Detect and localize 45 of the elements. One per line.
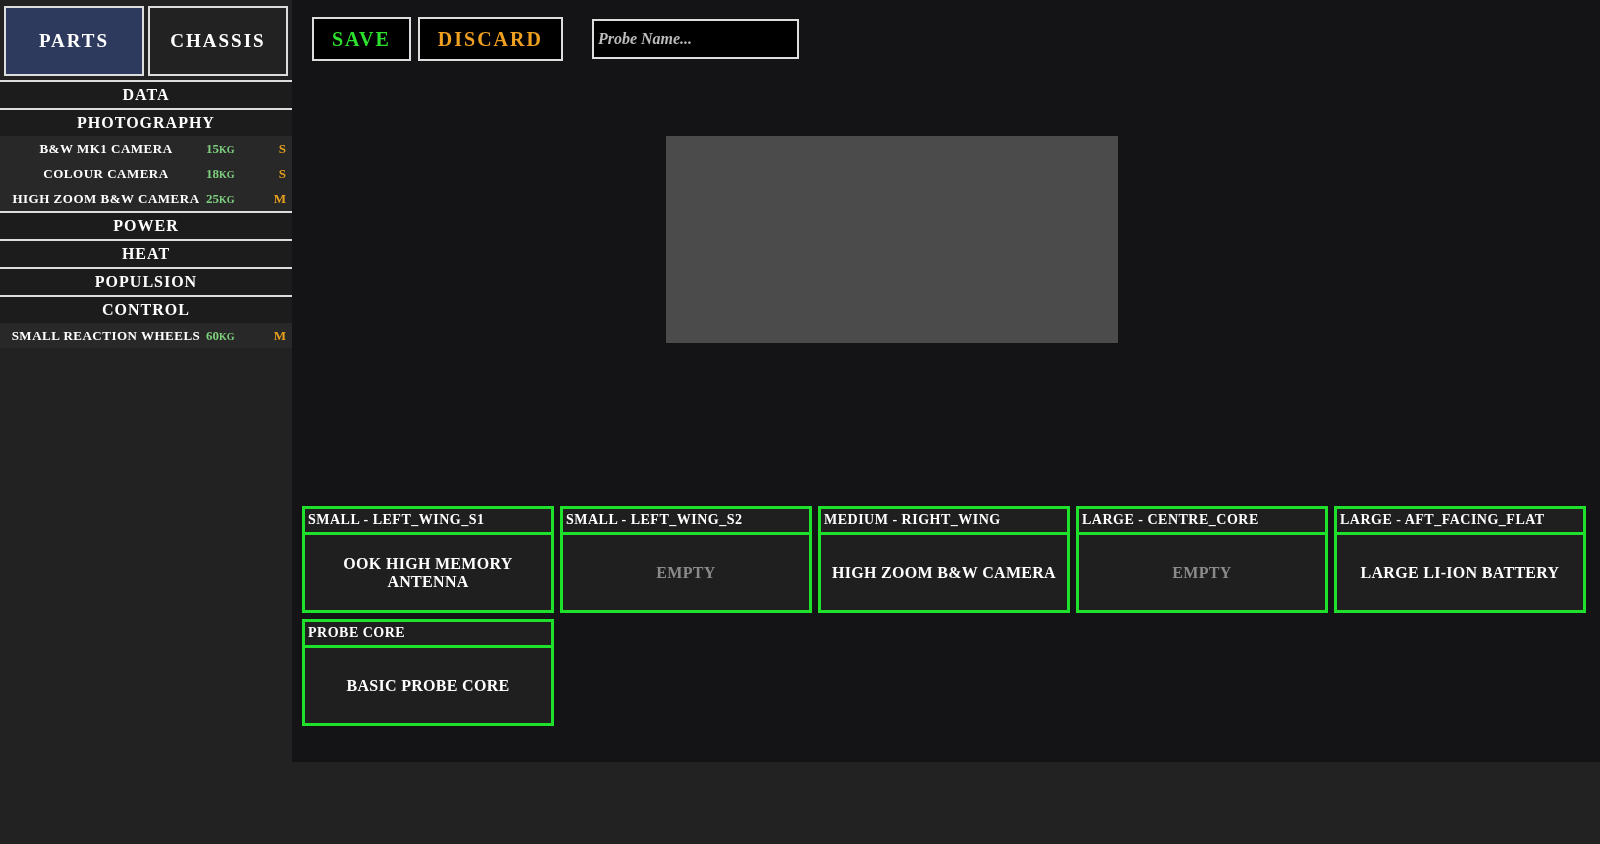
- part-name: B&W MK1 CAMERA: [38, 140, 174, 157]
- category-header[interactable]: POWER: [0, 211, 292, 239]
- part-item[interactable]: B&W MK1 CAMERA 15KG S: [0, 136, 292, 161]
- discard-button[interactable]: DISCARD: [417, 17, 563, 61]
- slot-card[interactable]: SMALL - LEFT_WING_S2 EMPTY: [560, 506, 812, 613]
- part-mass: 15KG: [206, 140, 236, 157]
- part-item[interactable]: HIGH ZOOM B&W CAMERA 25KG M: [0, 186, 292, 211]
- part-size: M: [272, 190, 286, 207]
- slot-content: BASIC PROBE CORE: [345, 675, 511, 696]
- part-item[interactable]: SMALL REACTION WHEELS 60KG M: [0, 323, 292, 348]
- slot-label: LARGE - CENTRE_CORE: [1079, 509, 1325, 535]
- slot-content: LARGE LI-ION BATTERY: [1359, 562, 1561, 583]
- category-header[interactable]: DATA: [0, 80, 292, 108]
- tab[interactable]: PARTS: [4, 6, 144, 76]
- part-size: S: [277, 140, 286, 157]
- slot-content: OOK HIGH MEMORY ANTENNA: [342, 553, 514, 592]
- category-header[interactable]: PHOTOGRAPHY: [0, 108, 292, 136]
- category-header[interactable]: POPULSION: [0, 267, 292, 295]
- part-size: M: [272, 327, 286, 344]
- category-header[interactable]: CONTROL: [0, 295, 292, 323]
- probe-name-field[interactable]: Probe Name...: [591, 19, 799, 59]
- slot-content: EMPTY: [1171, 562, 1233, 583]
- slot-card[interactable]: LARGE - CENTRE_CORE EMPTY: [1076, 506, 1328, 613]
- part-name: HIGH ZOOM B&W CAMERA: [11, 190, 201, 207]
- slot-content: HIGH ZOOM B&W CAMERA: [831, 562, 1057, 583]
- slot-card[interactable]: MEDIUM - RIGHT_WING HIGH ZOOM B&W CAMERA: [818, 506, 1070, 613]
- slot-card[interactable]: LARGE - AFT_FACING_FLAT LARGE LI-ION BATTERY: [1334, 506, 1586, 613]
- tab[interactable]: CHASSIS: [148, 6, 288, 76]
- part-size: S: [277, 165, 286, 182]
- part-name: SMALL REACTION WHEELS: [10, 327, 202, 344]
- part-mass: 18KG: [206, 165, 236, 182]
- slot-card[interactable]: PROBE CORE BASIC PROBE CORE: [302, 619, 554, 726]
- part-name: COLOUR CAMERA: [42, 165, 170, 182]
- slot-content: EMPTY: [655, 562, 717, 583]
- slot-label: PROBE CORE: [305, 622, 551, 648]
- category-header[interactable]: HEAT: [0, 239, 292, 267]
- part-mass: 60KG: [206, 327, 236, 344]
- slot-label: MEDIUM - RIGHT_WING: [821, 509, 1067, 535]
- slot-card[interactable]: SMALL - LEFT_WING_S1 OOK HIGH MEMORY ANTENNA: [302, 506, 554, 613]
- part-item[interactable]: COLOUR CAMERA 18KG S: [0, 161, 292, 186]
- save-button[interactable]: SAVE: [312, 17, 411, 61]
- slot-label: LARGE - AFT_FACING_FLAT: [1337, 509, 1583, 535]
- part-mass: 25KG: [206, 190, 236, 207]
- slot-label: SMALL - LEFT_WING_S1: [305, 509, 551, 535]
- slot-label: SMALL - LEFT_WING_S2: [563, 509, 809, 535]
